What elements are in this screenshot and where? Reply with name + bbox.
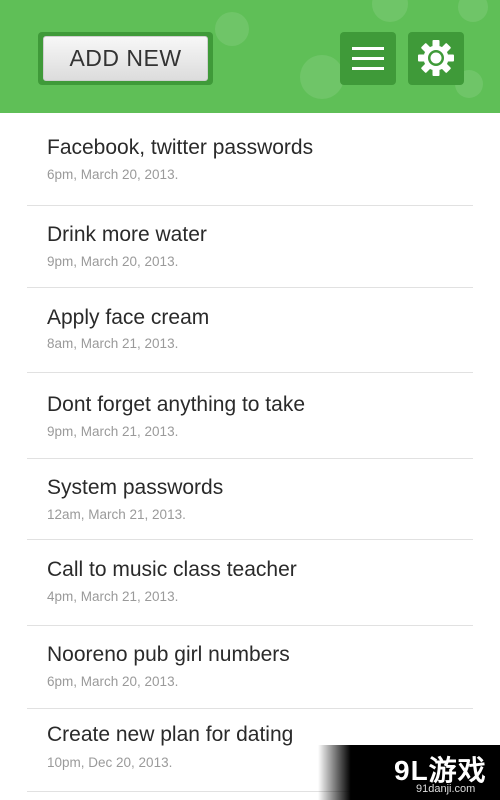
watermark: 9L游戏 91danji.com <box>318 745 500 800</box>
watermark-url: 91danji.com <box>416 783 476 795</box>
note-timestamp: 9pm, March 20, 2013. <box>47 254 179 269</box>
note-title: Facebook, twitter passwords <box>47 136 314 159</box>
note-timestamp: 6pm, March 20, 2013. <box>47 674 179 689</box>
app-header: ADD NEW <box>0 0 500 113</box>
note-title: System passwords <box>47 476 224 499</box>
list-item[interactable]: Apply face cream 8am, March 21, 2013. <box>27 288 473 373</box>
note-title: Create new plan for dating <box>47 723 294 746</box>
note-timestamp: 6pm, March 20, 2013. <box>47 167 179 182</box>
note-title: Dont forget anything to take <box>47 393 305 416</box>
note-title: Nooreno pub girl numbers <box>47 643 290 666</box>
note-timestamp: 4pm, March 21, 2013. <box>47 589 179 604</box>
gear-icon <box>418 40 454 76</box>
menu-button[interactable] <box>340 32 396 85</box>
settings-button[interactable] <box>408 32 464 85</box>
header-decoration <box>458 0 488 22</box>
header-decoration <box>300 55 344 99</box>
list-item[interactable]: Drink more water 9pm, March 20, 2013. <box>27 206 473 288</box>
list-item[interactable]: Call to music class teacher 4pm, March 2… <box>27 540 473 626</box>
note-timestamp: 9pm, March 21, 2013. <box>47 424 179 439</box>
note-timestamp: 10pm, Dec 20, 2013. <box>47 755 173 770</box>
note-title: Apply face cream <box>47 306 210 329</box>
list-item[interactable]: Facebook, twitter passwords 6pm, March 2… <box>27 113 473 206</box>
note-timestamp: 8am, March 21, 2013. <box>47 336 179 351</box>
note-title: Call to music class teacher <box>47 558 297 581</box>
header-decoration <box>215 12 249 46</box>
list-item[interactable]: System passwords 12am, March 21, 2013. <box>27 459 473 540</box>
note-title: Drink more water <box>47 223 207 246</box>
add-new-button[interactable]: ADD NEW <box>38 32 213 85</box>
add-new-label: ADD NEW <box>43 36 208 81</box>
list-item[interactable]: Dont forget anything to take 9pm, March … <box>27 373 473 459</box>
header-decoration <box>372 0 408 22</box>
note-timestamp: 12am, March 21, 2013. <box>47 507 186 522</box>
list-item[interactable]: Nooreno pub girl numbers 6pm, March 20, … <box>27 626 473 709</box>
